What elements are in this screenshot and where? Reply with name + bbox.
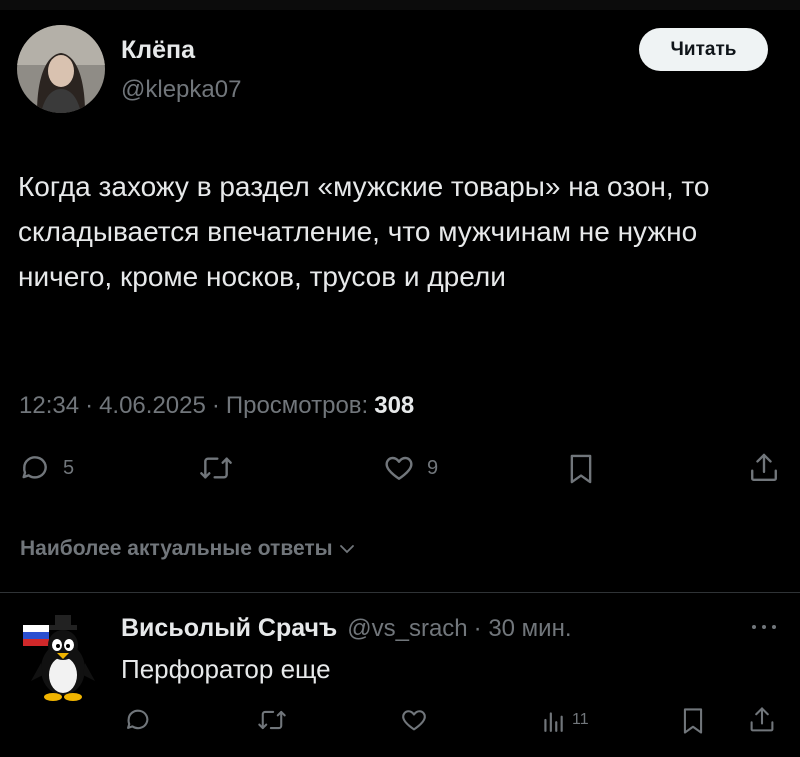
repost-icon (198, 452, 234, 484)
chevron-down-icon (339, 537, 355, 561)
heart-icon (383, 452, 415, 484)
meta-separator: · (211, 392, 220, 419)
reply-count: 5 (63, 456, 75, 479)
reply-action[interactable]: 5 (19, 452, 74, 484)
reply-like-action[interactable] (400, 706, 428, 734)
reply-author-name[interactable]: Висьолый Срачъ (121, 614, 337, 643)
comment-icon (19, 452, 51, 484)
reply-author-handle[interactable]: @vs_srach (347, 615, 467, 643)
reply-avatar[interactable] (17, 605, 101, 705)
replies-sort-label: Наиболее актуальные ответы (20, 537, 333, 560)
like-action[interactable]: 9 (383, 452, 438, 484)
reply-views-count: 11 (572, 711, 589, 728)
views-count: 308 (374, 392, 415, 419)
reply-reply-action[interactable] (124, 706, 152, 734)
like-count: 9 (427, 456, 439, 479)
views-label: Просмотров: (225, 392, 369, 419)
post-date[interactable]: 4.06.2025 (99, 392, 206, 420)
post-meta: 12:34 · 4.06.2025 · Просмотров: 308 (19, 392, 414, 420)
repost-icon (257, 706, 287, 734)
status-strip (0, 0, 800, 10)
reply-text: Перфоратор еще (121, 654, 331, 684)
reply-views-action[interactable]: 11 (542, 707, 589, 733)
section-divider (0, 592, 800, 593)
author-name[interactable]: Клёпа (121, 36, 195, 65)
reply-time[interactable]: · 30 мин. (474, 615, 572, 643)
bookmark-icon (680, 706, 706, 736)
bookmark-action[interactable] (566, 452, 596, 486)
reply-repost-action[interactable] (257, 706, 287, 734)
meta-separator: · (85, 392, 94, 419)
analytics-icon (542, 707, 564, 733)
reply-share-action[interactable] (748, 705, 776, 735)
reply-header: Висьолый Срачъ @vs_srach · 30 мин. (121, 614, 572, 643)
post-time[interactable]: 12:34 (19, 392, 79, 420)
bookmark-icon (566, 452, 596, 486)
post-text: Когда захожу в раздел «мужские товары» н… (18, 171, 710, 292)
share-icon (748, 451, 780, 485)
author-avatar[interactable] (17, 25, 105, 113)
replies-sort-toggle[interactable]: Наиболее актуальные ответы (20, 537, 355, 561)
heart-icon (400, 706, 428, 734)
follow-button[interactable]: Читать (639, 28, 768, 71)
more-icon[interactable] (748, 617, 780, 637)
share-icon (748, 705, 776, 735)
share-action[interactable] (748, 451, 780, 485)
comment-icon (124, 706, 152, 734)
repost-action[interactable] (198, 452, 234, 484)
author-handle[interactable]: @klepka07 (121, 76, 241, 104)
reply-bookmark-action[interactable] (680, 706, 706, 736)
